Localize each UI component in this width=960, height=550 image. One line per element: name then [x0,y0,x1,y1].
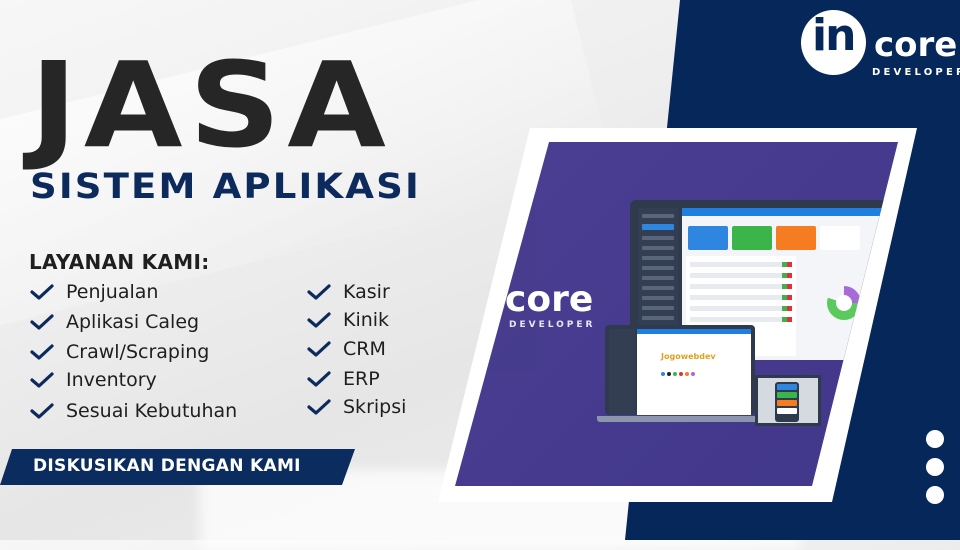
laptop-mockup: Jogowebdev [605,325,755,415]
service-item: Penjualan [30,281,158,303]
checkmark-icon [30,403,54,419]
checkmark-icon [30,314,54,330]
headline-subtitle: SISTEM APLIKASI [30,167,421,207]
brand-name: core [874,25,958,65]
service-label: Crawl/Scraping [66,341,210,363]
laptop-settings-page: Jogowebdev [637,334,751,415]
headline-title: JASA [30,36,393,174]
service-label: Skripsi [343,396,407,418]
contact-cta-label[interactable]: DISKUSIKAN DENGAN KAMI [33,456,301,476]
checkmark-icon [30,284,54,300]
app-logo: Jogowebdev [661,352,716,361]
stat-card-white [820,226,860,250]
mockup-topbar [682,208,890,216]
checkmark-icon [307,284,331,300]
checkmark-icon [307,371,331,387]
service-item: Skripsi [307,396,406,418]
stat-card-orange [776,226,816,250]
service-label: Sesuai Kebutuhan [66,400,238,422]
brand-tagline: DEVELOPER [872,67,960,78]
service-label: Penjualan [66,281,159,303]
services-heading: LAYANAN KAMI: [29,250,210,274]
mockup-brand-name: core [505,279,594,320]
laptop-base [597,416,763,422]
phone-mockup [775,382,799,422]
stat-card-green [732,226,772,250]
checkmark-icon [307,312,331,328]
stat-card-blue [688,226,728,250]
service-item: Sesuai Kebutuhan [30,400,237,422]
laptop-sidebar [609,329,635,415]
service-item: Inventory [30,369,157,391]
checkmark-icon [30,344,54,360]
service-item: CRM [307,338,386,360]
checkmark-icon [30,372,54,388]
checkmark-icon [307,399,331,415]
service-item: Kasir [307,281,390,303]
service-item: Crawl/Scraping [30,341,209,363]
service-label: Kinik [343,309,390,331]
brand-logo-in: in [812,10,856,61]
checkmark-icon [307,341,331,357]
service-item: Kinik [307,309,389,331]
mockup-brand-tagline: DEVELOPER [509,320,596,330]
service-label: Inventory [66,369,157,391]
service-item: ERP [307,368,380,390]
service-label: CRM [343,338,386,360]
service-item: Aplikasi Caleg [30,311,199,333]
service-label: Kasir [343,281,390,303]
service-label: Aplikasi Caleg [66,311,200,333]
service-label: ERP [343,368,380,390]
